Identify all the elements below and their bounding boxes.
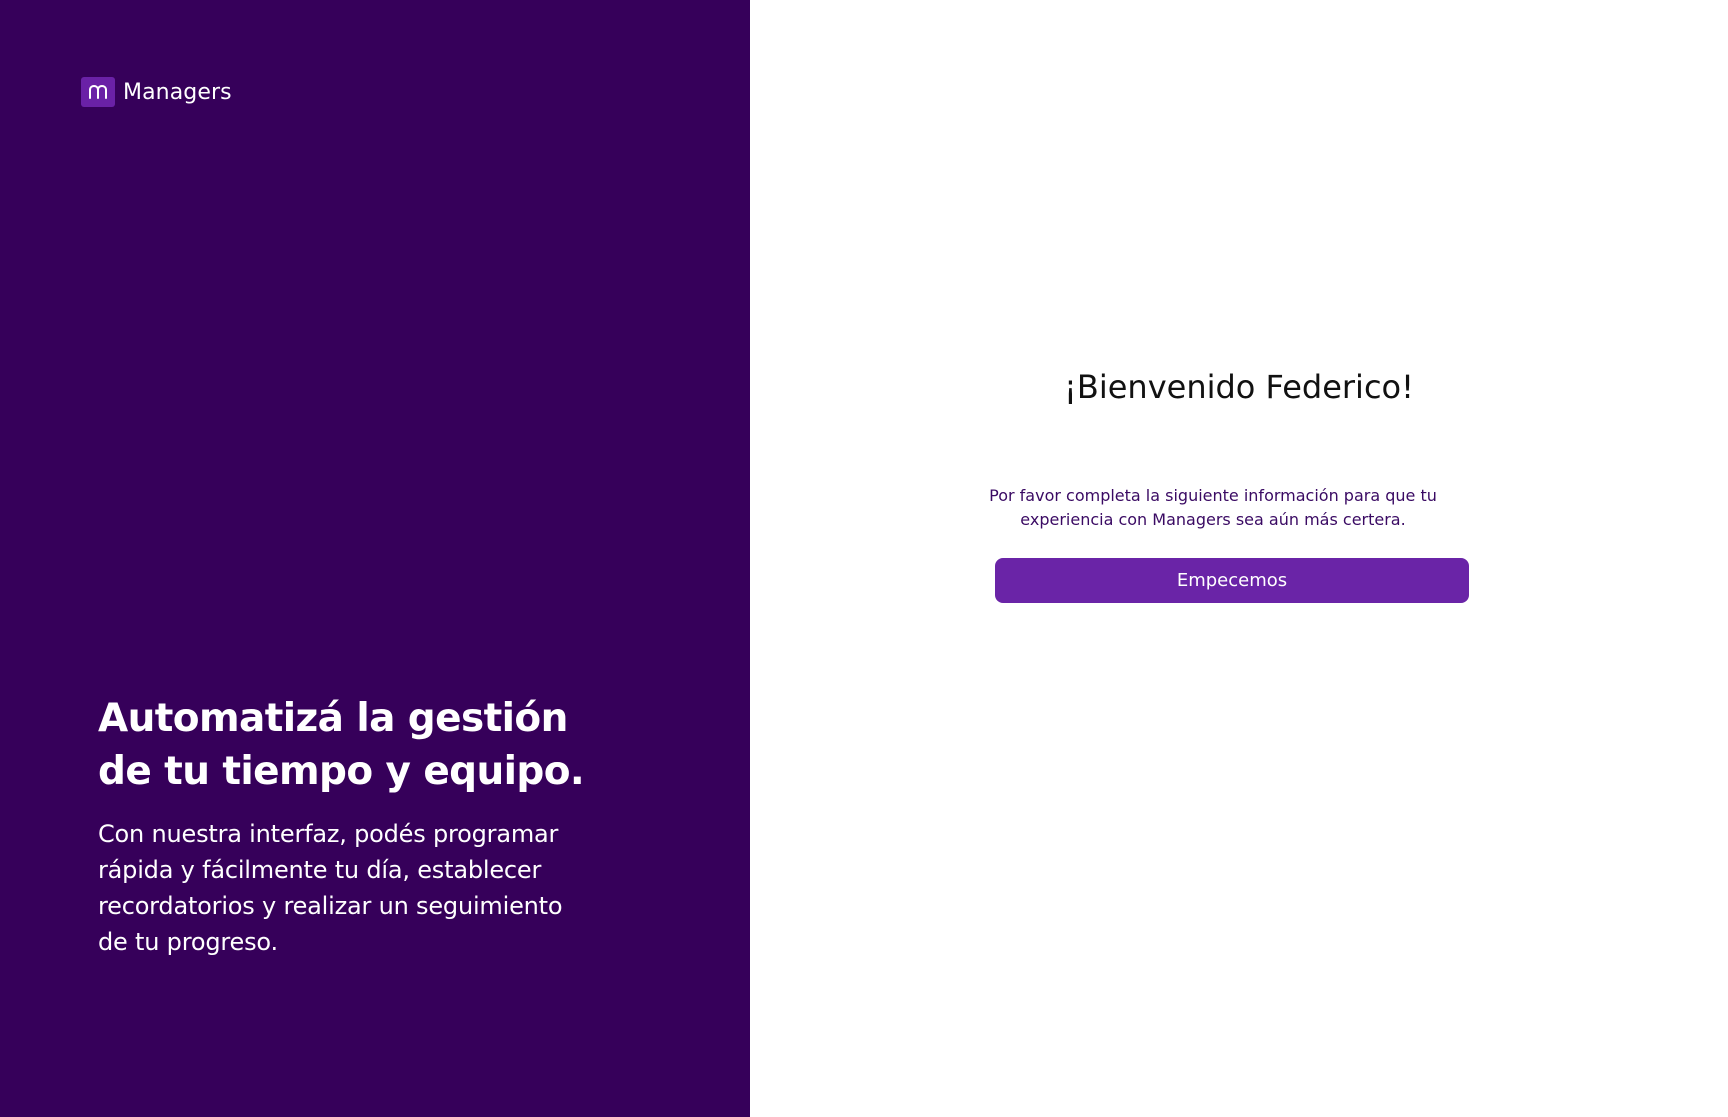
managers-logo-icon — [81, 77, 115, 107]
brand-name: Managers — [123, 79, 232, 105]
hero-description: Con nuestra interfaz, podés programar rá… — [98, 820, 563, 956]
welcome-title: ¡Bienvenido Federico! — [1064, 368, 1414, 406]
brand-panel: Managers Automatizá la gestión de tu tie… — [0, 0, 750, 1117]
hero-headline: Automatizá la gestión de tu tiempo y equ… — [98, 696, 585, 794]
welcome-subtitle: Por favor completa la siguiente informac… — [989, 486, 1437, 529]
start-button[interactable]: Empecemos — [995, 558, 1469, 603]
onboarding-page: Managers Automatizá la gestión de tu tie… — [0, 0, 1728, 1117]
brand-logo: Managers — [81, 77, 232, 107]
welcome-panel: ¡Bienvenido Federico! Por favor completa… — [750, 0, 1728, 1117]
